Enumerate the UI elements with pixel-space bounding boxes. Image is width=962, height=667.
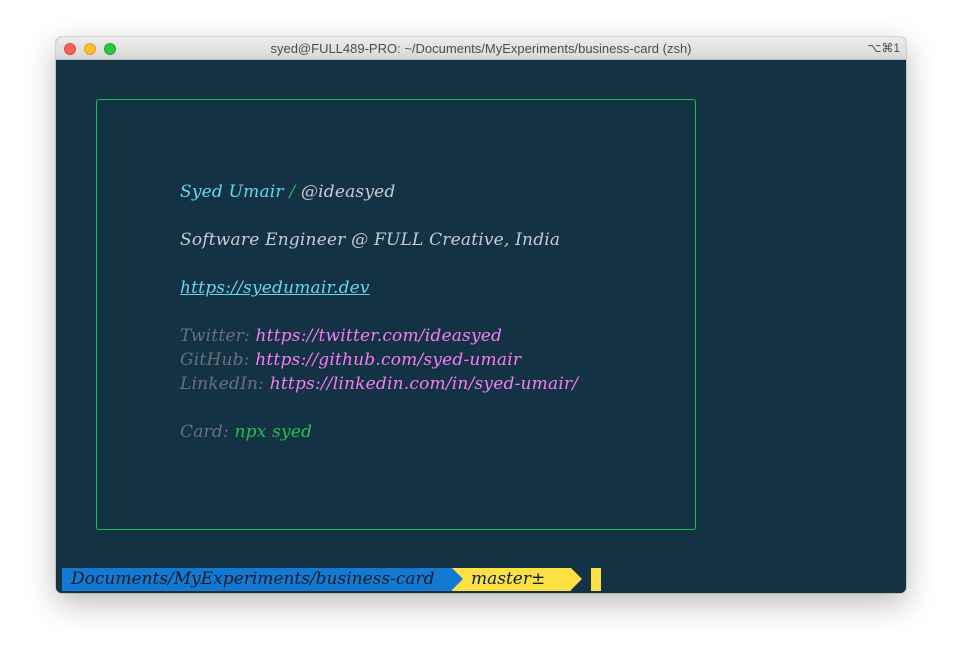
shell-prompt[interactable]: Documents/MyExperiments/business-card ma… — [56, 568, 906, 591]
card-linkedin-line: LinkedIn: https://linkedin.com/in/syed-u… — [180, 374, 578, 394]
prompt-path: Documents/MyExperiments/business-card — [62, 568, 452, 591]
prompt-end-arrow — [571, 568, 582, 590]
terminal-content[interactable]: Syed Umair / @ideasyed Software Engineer… — [56, 60, 906, 593]
text-cursor — [591, 568, 601, 591]
card-role: Software Engineer @ FULL Creative, India — [180, 230, 561, 250]
card-website-line: https://syedumair.dev — [180, 278, 370, 298]
linkedin-label: LinkedIn: — [180, 374, 265, 394]
twitter-link[interactable]: https://twitter.com/ideasyed — [256, 326, 503, 346]
card-command-line: Card: npx syed — [180, 422, 312, 442]
title-bar: syed@FULL489-PRO: ~/Documents/MyExperime… — [56, 37, 906, 60]
card-label: Card: — [180, 422, 229, 442]
prompt-separator-arrow — [452, 568, 463, 590]
card-website-link[interactable]: https://syedumair.dev — [180, 278, 370, 298]
card-command: npx syed — [234, 422, 313, 442]
card-name: Syed Umair — [180, 182, 284, 202]
card-github-line: GitHub: https://github.com/syed-umair — [180, 350, 521, 370]
github-label: GitHub: — [180, 350, 250, 370]
card-twitter-line: Twitter: https://twitter.com/ideasyed — [180, 326, 502, 346]
card-separator: / — [289, 182, 296, 202]
prompt-git-segment: master± — [452, 568, 571, 591]
card-name-line: Syed Umair / @ideasyed — [180, 182, 396, 202]
twitter-label: Twitter: — [180, 326, 250, 346]
business-card-box — [96, 99, 696, 530]
git-branch-name: master± — [471, 569, 546, 589]
card-handle: @ideasyed — [300, 182, 396, 202]
github-link[interactable]: https://github.com/syed-umair — [255, 350, 521, 370]
linkedin-link[interactable]: https://linkedin.com/in/syed-umair/ — [270, 374, 578, 394]
window-shortcut: ⌥⌘1 — [867, 41, 900, 55]
terminal-window: syed@FULL489-PRO: ~/Documents/MyExperime… — [56, 37, 906, 593]
window-title: syed@FULL489-PRO: ~/Documents/MyExperime… — [270, 41, 692, 56]
